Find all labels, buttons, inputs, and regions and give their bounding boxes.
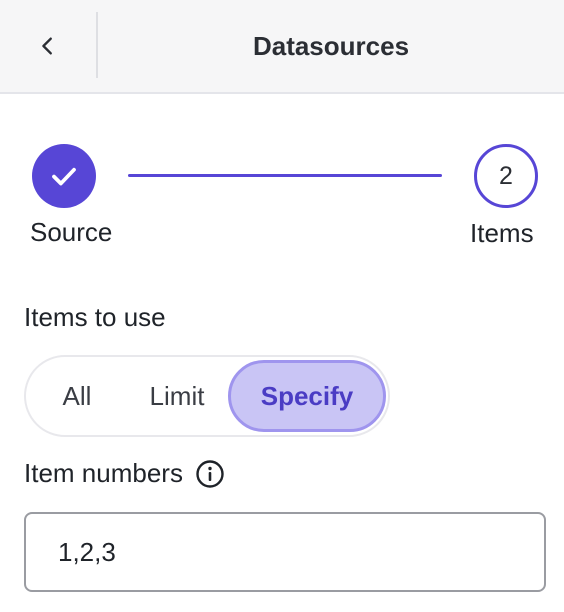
- info-icon[interactable]: [195, 459, 225, 489]
- step-label-items: Items: [470, 218, 534, 248]
- stepper-connector: [128, 174, 442, 177]
- step-label-source: Source: [30, 217, 113, 247]
- item-numbers-input[interactable]: [24, 512, 546, 592]
- items-to-use-segmented-control: All Limit Specify: [24, 355, 390, 437]
- check-icon: [52, 167, 76, 186]
- header-bar: Datasources: [0, 0, 564, 94]
- page-title: Datasources: [252, 30, 410, 61]
- back-button[interactable]: [0, 0, 96, 92]
- option-limit[interactable]: Limit: [130, 357, 224, 435]
- chevron-left-icon: [42, 37, 52, 55]
- items-to-use-label: Items to use: [24, 302, 166, 332]
- step-items-active[interactable]: 2: [474, 144, 538, 208]
- item-numbers-label-row: Item numbers: [24, 458, 225, 489]
- step-number: 2: [499, 161, 513, 190]
- item-numbers-label: Item numbers: [24, 458, 183, 488]
- option-specify-selected[interactable]: Specify: [228, 360, 386, 432]
- step-source-completed[interactable]: [32, 144, 96, 208]
- option-all[interactable]: All: [44, 357, 110, 435]
